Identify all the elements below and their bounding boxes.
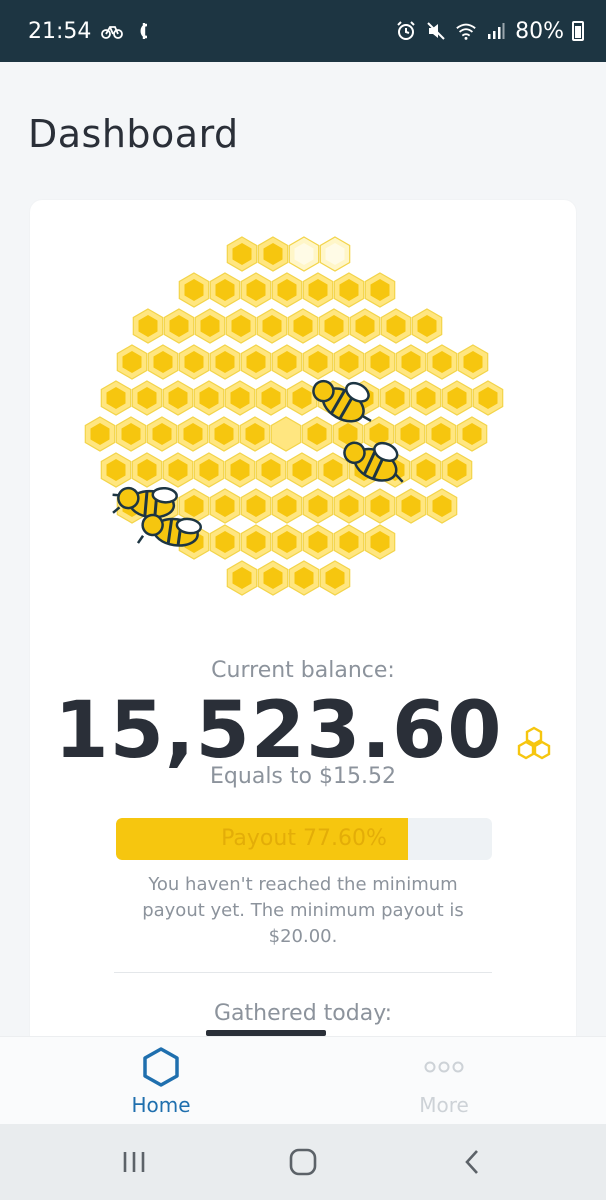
home-icon[interactable] [283, 1144, 323, 1180]
payout-progress-bar: Payout 77.60% [116, 818, 492, 860]
nav-more[interactable]: More [364, 1037, 524, 1125]
bicycle-icon [101, 20, 124, 42]
balance-value: 15,523.60 [54, 686, 503, 776]
divider [114, 972, 492, 973]
payout-progress-label: Payout 77.60% [221, 826, 387, 851]
bee-icon [136, 513, 203, 547]
status-right: 80% [395, 19, 584, 44]
wifi-icon [455, 20, 477, 42]
more-dots-icon [422, 1045, 466, 1089]
nav-home-label: Home [131, 1093, 191, 1117]
nav-home[interactable]: Home [81, 1037, 241, 1125]
minimum-payout-note: You haven't reached the minimum payout y… [142, 874, 464, 947]
hexagon-icon [139, 1045, 183, 1089]
battery-icon [572, 21, 584, 41]
status-left: 21:54 [28, 19, 155, 44]
status-time: 21:54 [28, 18, 92, 44]
back-icon[interactable] [452, 1144, 492, 1180]
currency-icon [133, 20, 155, 42]
balance-equals: Equals to $15.52 [210, 764, 396, 789]
honeycomb-illustration [84, 236, 504, 596]
signal-icon [485, 20, 507, 42]
page-title: Dashboard [28, 112, 239, 156]
battery-percent: 80% [515, 18, 564, 44]
mute-icon [425, 20, 447, 42]
status-bar: 21:54 80% [0, 0, 606, 62]
alarm-icon [395, 20, 417, 42]
recents-icon[interactable] [114, 1144, 154, 1180]
bee-icon [343, 441, 404, 483]
balance-label: Current balance: [211, 658, 395, 683]
honeycomb-coin-icon [517, 726, 550, 760]
balance-row: 15,523.60 [0, 686, 606, 776]
system-nav-bar [0, 1124, 606, 1200]
gathered-today-label: Gathered today: [213, 1001, 393, 1026]
bottom-nav: Home More [0, 1036, 606, 1124]
nav-more-label: More [419, 1093, 469, 1117]
